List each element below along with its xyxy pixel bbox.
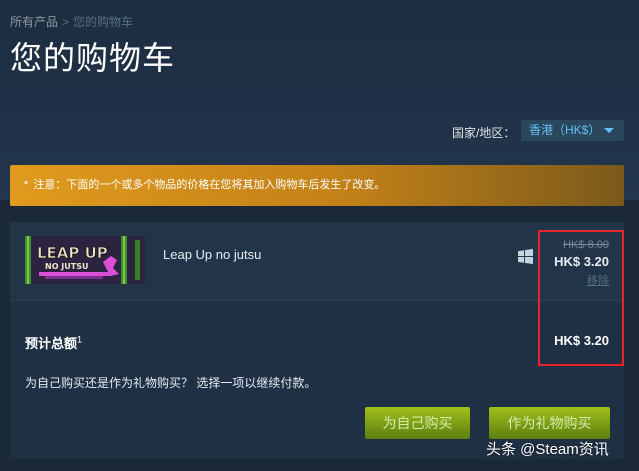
price-change-notice: * 注意：下面的一个或多个物品的价格在您将其加入购物车后发生了改变。: [10, 165, 624, 206]
purchase-as-gift-button[interactable]: 作为礼物购买: [489, 407, 610, 439]
original-price: HK$ 8.00: [563, 239, 609, 251]
region-dropdown[interactable]: 香港（HK$）: [521, 120, 624, 141]
breadcrumb-separator: >: [62, 15, 70, 29]
breadcrumb: 所有产品 > 您的购物车: [10, 13, 133, 30]
estimated-total-amount: HK$ 3.20: [554, 333, 609, 348]
region-label: 国家/地区：: [452, 126, 516, 140]
windows-icon: [518, 249, 533, 264]
notice-text: 注意：下面的一个或多个物品的价格在您将其加入购物车后发生了改变。: [33, 179, 386, 191]
total-footnote-marker: 1: [77, 334, 83, 345]
estimated-total-label: 预计总额1: [25, 333, 82, 352]
source-watermark: 头条 @Steam资讯: [486, 441, 609, 458]
estimated-total-text: 预计总额: [25, 336, 78, 351]
notice-star-icon: *: [24, 179, 29, 191]
purchase-type-prompt: 为自己购买还是作为礼物购买？ 选择一项以继续付款。: [25, 376, 317, 390]
item-price: HK$ 3.20: [554, 254, 609, 269]
thumbnail-subtitle: NO JUTSU: [45, 262, 88, 271]
breadcrumb-current: 您的购物车: [73, 15, 134, 29]
purchase-for-myself-button[interactable]: 为自己购买: [365, 407, 470, 439]
cart-item: LEAP UP NO JUTSU Leap Up no jutsu HK$ 8.…: [10, 222, 624, 301]
chevron-down-icon: [604, 128, 614, 133]
region-selected-value: 香港（HK$）: [529, 123, 601, 137]
game-thumbnail[interactable]: LEAP UP NO JUTSU: [25, 236, 145, 284]
page-title: 您的购物车: [10, 40, 176, 76]
thumbnail-title: LEAP UP: [37, 244, 108, 262]
game-title-link[interactable]: Leap Up no jutsu: [163, 247, 261, 262]
cart-total-panel: 预计总额1 HK$ 3.20 为自己购买还是作为礼物购买？ 选择一项以继续付款。…: [10, 301, 624, 459]
breadcrumb-root-link[interactable]: 所有产品: [10, 15, 58, 29]
remove-item-link[interactable]: 移除: [587, 272, 609, 288]
